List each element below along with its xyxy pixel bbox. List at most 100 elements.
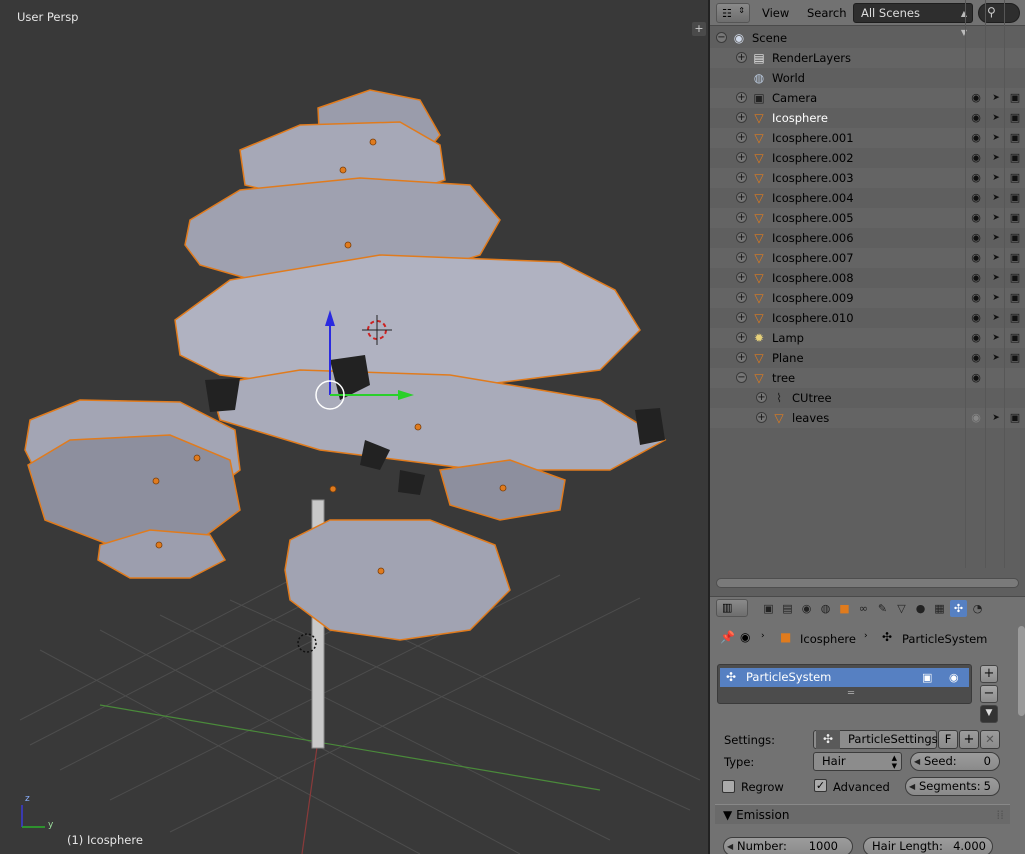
remove-slot-button[interactable]: − (980, 685, 998, 703)
render-camera-icon[interactable]: ▣ (1008, 351, 1022, 365)
outliner-row[interactable]: + ✹ Lamp ◉ ➤ ▣ (710, 328, 1025, 348)
select-arrow-icon[interactable]: ➤ (989, 311, 1003, 325)
menu-view[interactable]: View (762, 6, 789, 20)
outliner-row[interactable]: + ▽ Icosphere.004 ◉ ➤ ▣ (710, 188, 1025, 208)
outliner-item-label[interactable]: Icosphere.007 (772, 251, 854, 265)
outliner-item-label[interactable]: Icosphere.003 (772, 171, 854, 185)
render-camera-icon[interactable]: ▣ (1008, 291, 1022, 305)
render-camera-icon[interactable]: ▣ (1008, 151, 1022, 165)
tab-material[interactable]: ● (912, 600, 929, 617)
select-arrow-icon[interactable]: ➤ (989, 331, 1003, 345)
eye-icon[interactable]: ◉ (969, 271, 983, 285)
outliner-row[interactable]: + ▽ Plane ◉ ➤ ▣ (710, 348, 1025, 368)
outliner-item-label[interactable]: tree (772, 371, 795, 385)
eye-icon[interactable]: ◉ (969, 291, 983, 305)
outliner-item-label[interactable]: leaves (792, 411, 829, 425)
outliner-row[interactable]: + ▽ Icosphere.006 ◉ ➤ ▣ (710, 228, 1025, 248)
outliner-item-label[interactable]: Scene (752, 31, 787, 45)
expand-icon[interactable]: + (736, 292, 747, 303)
tab-modifiers[interactable]: ✎ (874, 600, 891, 617)
tool-shelf-toggle-button[interactable]: + (692, 22, 706, 36)
particle-system-list-item[interactable]: ✣ ParticleSystem ▣ ◉ (720, 668, 969, 687)
expand-icon[interactable]: + (736, 332, 747, 343)
eye-icon[interactable]: ◉ (969, 331, 983, 345)
eye-icon[interactable]: ◉ (969, 131, 983, 145)
camera-icon[interactable]: ▣ (922, 668, 932, 687)
outliner-row[interactable]: + ▽ Icosphere.002 ◉ ➤ ▣ (710, 148, 1025, 168)
eye-icon[interactable]: ◉ (969, 411, 983, 425)
advanced-checkbox[interactable]: ✓ (814, 779, 827, 792)
select-arrow-icon[interactable]: ➤ (989, 191, 1003, 205)
outliner-item-label[interactable]: Icosphere.008 (772, 271, 854, 285)
expand-icon[interactable]: + (736, 152, 747, 163)
add-slot-button[interactable]: + (980, 665, 998, 683)
tab-texture[interactable]: ▦ (931, 600, 948, 617)
outliner-row[interactable]: + ▽ Icosphere ◉ ➤ ▣ (710, 108, 1025, 128)
render-camera-icon[interactable]: ▣ (1008, 311, 1022, 325)
outliner-row[interactable]: + ▽ Icosphere.008 ◉ ➤ ▣ (710, 268, 1025, 288)
outliner-item-label[interactable]: RenderLayers (772, 51, 851, 65)
outliner-row[interactable]: ◍ World (710, 68, 1025, 88)
render-camera-icon[interactable]: ▣ (1008, 191, 1022, 205)
expand-icon[interactable]: + (736, 352, 747, 363)
eye-icon[interactable]: ◉ (969, 211, 983, 225)
render-camera-icon[interactable]: ▣ (1008, 131, 1022, 145)
collapse-icon[interactable]: − (716, 32, 727, 43)
render-camera-icon[interactable]: ▣ (1008, 211, 1022, 225)
type-select[interactable]: Hair ▲ ▼ (813, 752, 902, 771)
expand-icon[interactable]: + (736, 112, 747, 123)
eye-icon[interactable]: ◉ (969, 251, 983, 265)
drag-handle-icon[interactable]: ⁞⁞ (996, 805, 1004, 825)
3d-viewport[interactable]: User Persp z y (1) Icosphere + (0, 0, 708, 854)
outliner-row[interactable]: + ▽ Icosphere.001 ◉ ➤ ▣ (710, 128, 1025, 148)
tab-world[interactable]: ◍ (817, 600, 834, 617)
tab-data[interactable]: ▽ (893, 600, 910, 617)
select-arrow-icon[interactable]: ➤ (989, 151, 1003, 165)
select-arrow-icon[interactable]: ➤ (989, 351, 1003, 365)
render-camera-icon[interactable]: ▣ (1008, 231, 1022, 245)
select-arrow-icon[interactable]: ➤ (989, 111, 1003, 125)
tab-constraints[interactable]: ∞ (855, 600, 872, 617)
expand-icon[interactable]: + (736, 252, 747, 263)
expand-icon[interactable]: + (736, 232, 747, 243)
tab-physics[interactable]: ◔ (969, 600, 986, 617)
eye-icon[interactable]: ◉ (969, 191, 983, 205)
hair-length-field[interactable]: Hair Length: 4.000 (863, 837, 993, 854)
select-arrow-icon[interactable]: ➤ (989, 291, 1003, 305)
particle-settings-selector[interactable]: ✣ ParticleSettings (813, 730, 938, 749)
outliner-row[interactable]: − ▽ tree ◉ (710, 368, 1025, 388)
outliner-item-label[interactable]: Icosphere.006 (772, 231, 854, 245)
tab-render-layers[interactable]: ▤ (779, 600, 796, 617)
expand-icon[interactable]: + (736, 312, 747, 323)
outliner-row[interactable]: + ▽ leaves ◉ ➤ ▣ (710, 408, 1025, 428)
list-specials-button[interactable]: ▼ (980, 705, 998, 723)
segments-field[interactable]: ◀ Segments: 5 (905, 777, 1000, 796)
eye-icon[interactable]: ◉ (969, 151, 983, 165)
outliner-row[interactable]: + ▤ RenderLayers (710, 48, 1025, 68)
collapse-icon[interactable]: − (736, 372, 747, 383)
eye-icon[interactable]: ◉ (969, 111, 983, 125)
outliner-row[interactable]: + ⌇ CUtree (710, 388, 1025, 408)
expand-icon[interactable]: + (756, 392, 767, 403)
horizontal-scrollbar[interactable] (716, 578, 1019, 588)
eye-icon[interactable]: ◉ (969, 371, 983, 385)
outliner-item-label[interactable]: Icosphere.002 (772, 151, 854, 165)
outliner-item-label[interactable]: Icosphere (772, 111, 828, 125)
outliner-item-label[interactable]: Lamp (772, 331, 804, 345)
eye-icon[interactable]: ◉ (969, 351, 983, 365)
select-arrow-icon[interactable]: ➤ (989, 131, 1003, 145)
tab-scene[interactable]: ◉ (798, 600, 815, 617)
fake-user-button[interactable]: F (938, 730, 958, 749)
outliner-row[interactable]: + ▽ Icosphere.010 ◉ ➤ ▣ (710, 308, 1025, 328)
select-arrow-icon[interactable]: ➤ (989, 171, 1003, 185)
outliner-row[interactable]: + ▽ Icosphere.009 ◉ ➤ ▣ (710, 288, 1025, 308)
outliner-item-label[interactable]: Icosphere.009 (772, 291, 854, 305)
expand-icon[interactable]: + (756, 412, 767, 423)
regrow-checkbox[interactable] (722, 780, 735, 793)
number-field[interactable]: ◀ Number: 1000 (723, 837, 853, 854)
emission-panel-header[interactable]: ▼ Emission ⁞⁞ (715, 804, 1010, 824)
render-camera-icon[interactable]: ▣ (1008, 111, 1022, 125)
select-arrow-icon[interactable]: ➤ (989, 231, 1003, 245)
expand-icon[interactable]: + (736, 52, 747, 63)
display-mode-select[interactable]: All Scenes ▲ ▼ (853, 3, 973, 37)
